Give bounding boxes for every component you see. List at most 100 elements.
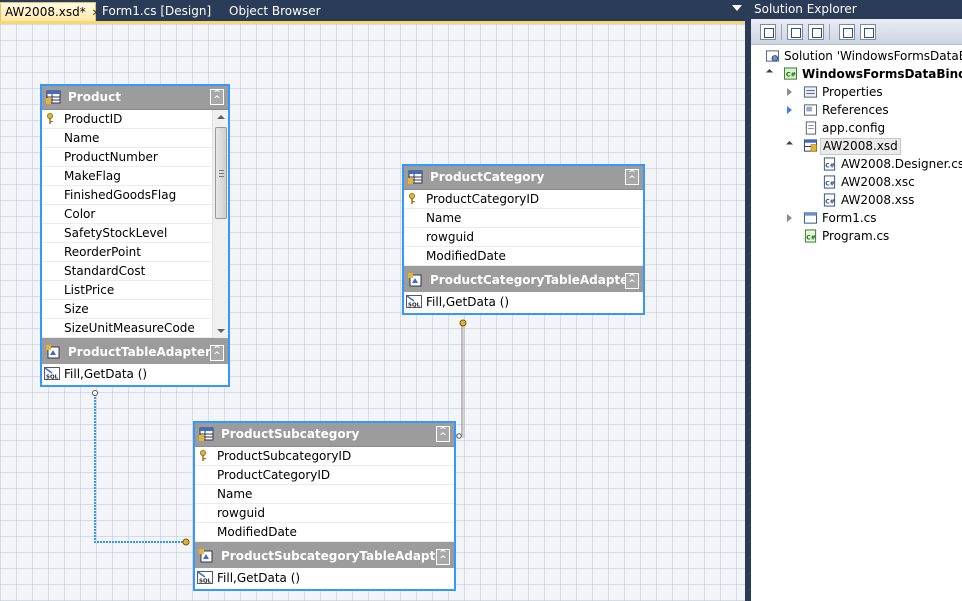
primary-key-icon	[200, 450, 206, 461]
column-name: rowguid	[217, 506, 265, 520]
tab-form1-design[interactable]: Form1.cs [Design]	[98, 2, 211, 21]
productcategory-table-header[interactable]: ProductCategory ^ ^	[404, 166, 643, 190]
scroll-thumb[interactable]	[215, 127, 227, 219]
sql-query-icon: SQL	[44, 367, 60, 380]
view-designer-icon[interactable]	[860, 24, 876, 40]
productcategory-query[interactable]: SQL Fill,GetData ()	[404, 292, 643, 313]
column-name: ProductID	[64, 112, 123, 126]
product-table-header[interactable]: Product ^ ^	[42, 86, 228, 110]
collapse-icon[interactable]: ^ ^	[436, 426, 450, 442]
cs-file-icon: C#	[823, 157, 836, 171]
expanded-arrow-icon[interactable]	[765, 68, 774, 77]
svg-text:SQL: SQL	[199, 579, 212, 585]
dataset-designer-surface[interactable]: Product ^ ^ ProductID Name ProductNumber Mak…	[0, 21, 745, 601]
productsubcategory-query[interactable]: SQL Fill,GetData ()	[195, 568, 454, 589]
product-table[interactable]: Product ^ ^ ProductID Name ProductNumber Mak…	[40, 84, 230, 387]
properties-icon	[803, 86, 818, 98]
chevron-down-icon[interactable]	[732, 5, 742, 11]
column-row[interactable]: ProductSubcategoryID	[195, 447, 454, 466]
show-all-files-icon[interactable]	[787, 24, 803, 40]
column-row[interactable]: Size	[42, 300, 212, 319]
productsubcategory-tableadapter-header[interactable]: ProductSubcategoryTableAdapter ^ ^	[195, 546, 454, 568]
productcategory-tableadapter-header[interactable]: ProductCategoryTableAdapter ^ ^	[404, 270, 643, 292]
column-name: SafetyStockLevel	[64, 226, 168, 240]
view-code-icon[interactable]	[839, 24, 855, 40]
solution-explorer-title: Solution Explorer	[751, 0, 962, 19]
properties-toolbar-icon[interactable]	[760, 24, 776, 40]
relation-category-subcategory[interactable]	[456, 319, 467, 439]
svg-text:C#: C#	[786, 70, 797, 78]
tableadapter-icon	[46, 345, 60, 359]
column-name: StandardCost	[64, 264, 146, 278]
productsubcategory-table-header[interactable]: ProductSubcategory ^ ^	[195, 423, 454, 447]
column-row[interactable]: MakeFlag	[42, 167, 212, 186]
column-row[interactable]: ModifiedDate	[404, 247, 643, 266]
collapsed-arrow-icon[interactable]	[787, 106, 792, 114]
column-row[interactable]: ProductCategoryID	[195, 466, 454, 485]
solution-explorer-toolbar	[751, 19, 962, 45]
collapse-icon[interactable]: ^ ^	[625, 169, 639, 185]
relation-product-subcategory[interactable]	[92, 390, 190, 546]
collapsed-arrow-icon[interactable]	[787, 214, 792, 222]
tree-node-label: Form1.cs	[822, 211, 877, 225]
svg-text:C#: C#	[825, 198, 835, 205]
column-name: MakeFlag	[64, 169, 121, 183]
column-row[interactable]: Name	[195, 485, 454, 504]
toolbar-separator	[829, 24, 830, 40]
tree-node-label: AW2008.Designer.cs	[841, 157, 962, 171]
cs-program-icon: C#	[804, 229, 817, 243]
scroll-down-icon[interactable]	[217, 329, 225, 333]
product-tableadapter-header[interactable]: ProductTableAdapter ^ ^	[42, 342, 228, 364]
table-title: ProductCategory	[430, 170, 545, 184]
tableadapter-title: ProductTableAdapter	[68, 345, 211, 359]
svg-text:SQL: SQL	[408, 303, 421, 309]
form-icon	[803, 212, 818, 224]
datatable-icon	[46, 90, 61, 104]
product-query[interactable]: SQL Fill,GetData ()	[42, 364, 228, 385]
dataset-icon	[803, 139, 818, 152]
tableadapter-title: ProductSubcategoryTableAdapter	[221, 549, 450, 563]
column-name: ProductCategoryID	[217, 468, 331, 482]
refresh-icon[interactable]	[808, 24, 824, 40]
scroll-up-icon[interactable]	[217, 115, 225, 119]
column-row[interactable]: Name	[404, 209, 643, 228]
productsubcategory-table[interactable]: ProductSubcategory ^ ^ ProductSubcategory…	[193, 421, 456, 591]
datatable-icon	[199, 427, 214, 441]
tree-node-label: Program.cs	[822, 229, 890, 243]
column-row[interactable]: Name	[42, 129, 212, 148]
tree-node-label: Solution 'WindowsFormsDataBinding	[784, 49, 962, 63]
query-label: Fill,GetData ()	[426, 295, 510, 309]
expanded-arrow-icon[interactable]	[785, 140, 794, 149]
tree-node-label: app.config	[822, 121, 886, 135]
columns-scrollbar[interactable]	[212, 110, 228, 338]
column-row[interactable]: SizeUnitMeasureCode	[42, 319, 212, 338]
tab-object-browser[interactable]: Object Browser	[225, 2, 321, 21]
cs-file-icon: C#	[823, 175, 836, 189]
collapse-icon[interactable]: ^ ^	[625, 273, 639, 289]
collapsed-arrow-icon[interactable]	[787, 88, 792, 96]
column-name: ProductNumber	[64, 150, 158, 164]
column-row[interactable]: ModifiedDate	[195, 523, 454, 542]
column-row[interactable]: ProductCategoryID	[404, 190, 643, 209]
column-name: SizeUnitMeasureCode	[64, 321, 195, 335]
collapse-icon[interactable]: ^ ^	[210, 345, 224, 361]
column-row[interactable]: FinishedGoodsFlag	[42, 186, 212, 205]
column-row[interactable]: Color	[42, 205, 212, 224]
column-row[interactable]: SafetyStockLevel	[42, 224, 212, 243]
collapse-icon[interactable]: ^ ^	[210, 89, 224, 105]
column-name: Name	[217, 487, 253, 501]
column-row[interactable]: rowguid	[404, 228, 643, 247]
primary-key-icon	[409, 193, 415, 204]
column-row[interactable]: rowguid	[195, 504, 454, 523]
tab-aw2008-xsd[interactable]: AW2008.xsd* ✕	[0, 2, 100, 21]
column-row[interactable]: StandardCost	[42, 262, 212, 281]
column-row[interactable]: ProductID	[42, 110, 212, 129]
collapse-icon[interactable]: ^ ^	[436, 549, 450, 565]
column-row[interactable]: ProductNumber	[42, 148, 212, 167]
column-row[interactable]: ReorderPoint	[42, 243, 212, 262]
tableadapter-icon	[408, 273, 422, 287]
toolbar-separator	[781, 24, 782, 40]
productcategory-table[interactable]: ProductCategory ^ ^ ProductCategoryID Name…	[402, 164, 645, 315]
column-row[interactable]: ListPrice	[42, 281, 212, 300]
tree-node-label: Properties	[822, 85, 883, 99]
